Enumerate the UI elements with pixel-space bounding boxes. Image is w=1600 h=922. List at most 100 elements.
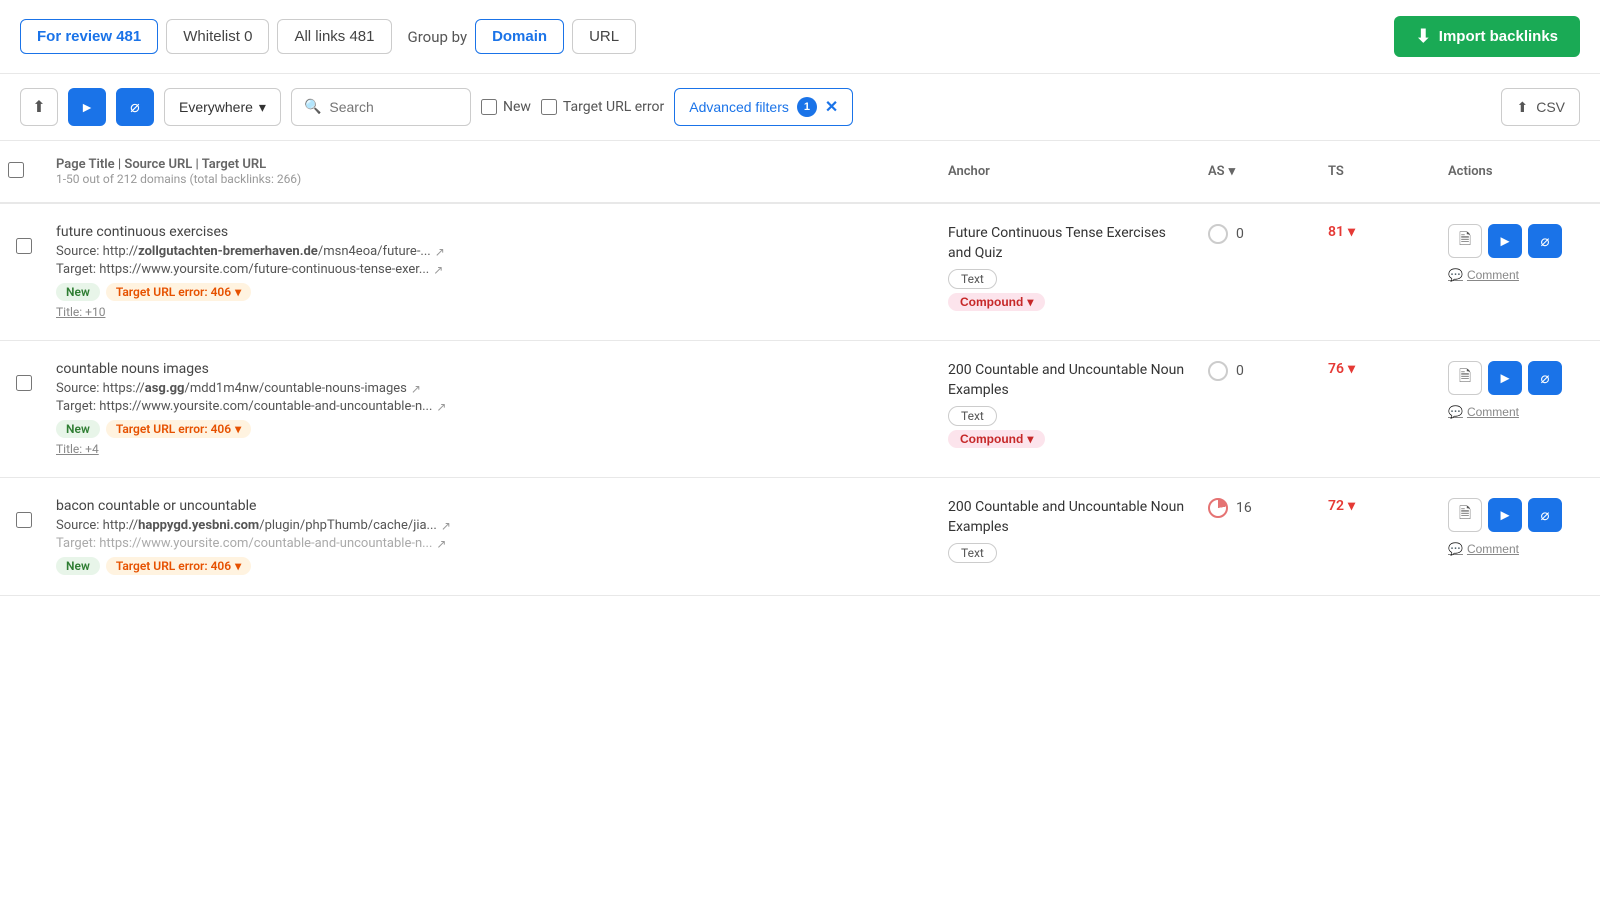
row3-source-ext-link-icon[interactable]: ↗ xyxy=(441,519,451,533)
row2-target-ext-link-icon[interactable]: ↗ xyxy=(436,400,446,414)
row2-radio-circle xyxy=(1208,361,1228,381)
new-checkbox-group: New xyxy=(481,99,531,115)
top-bar: For review 481 Whitelist 0 All links 481… xyxy=(0,0,1600,74)
tab-for-review[interactable]: For review 481 xyxy=(20,19,158,54)
row1-new-badge: New xyxy=(56,283,100,301)
search-icon: 🔍 xyxy=(304,99,321,115)
row3-ts-chevron-icon: ▾ xyxy=(1348,498,1355,514)
row3-error-badge[interactable]: Target URL error: 406 ▾ xyxy=(106,557,251,575)
row3-anchor-text: 200 Countable and Uncountable Noun Examp… xyxy=(948,498,1192,537)
row1-target-url: Target: https://www.yoursite.com/future-… xyxy=(56,262,932,277)
new-checkbox[interactable] xyxy=(481,99,497,115)
everywhere-dropdown[interactable]: Everywhere ▾ xyxy=(164,88,281,126)
as-sort-icon: ▾ xyxy=(1229,164,1236,179)
import-icon: ⬇ xyxy=(1416,26,1431,47)
block-icon-btn[interactable]: ⌀ xyxy=(116,88,154,126)
row1-block-btn[interactable]: ⌀ xyxy=(1528,224,1562,258)
tab-all-links[interactable]: All links 481 xyxy=(277,19,391,54)
group-domain-btn[interactable]: Domain xyxy=(475,19,564,54)
row1-checkbox-cell xyxy=(0,220,48,258)
row1-ts-value[interactable]: 81 ▾ xyxy=(1328,224,1432,240)
export-icon-btn[interactable]: ⬆ xyxy=(20,88,58,126)
row2-tag-compound[interactable]: Compound ▾ xyxy=(948,430,1045,448)
th-page: Page Title | Source URL | Target URL 1-5… xyxy=(48,151,940,192)
row2-source-ext-link-icon[interactable]: ↗ xyxy=(411,382,421,396)
row3-document-btn[interactable]: 🗎 xyxy=(1448,498,1482,532)
row1-document-btn[interactable]: 🗎 xyxy=(1448,224,1482,258)
th-anchor: Anchor xyxy=(940,158,1200,185)
th-checkbox xyxy=(0,156,48,188)
row3-send-btn[interactable]: ► xyxy=(1488,498,1522,532)
send-icon: ► xyxy=(80,99,94,115)
row1-checkbox[interactable] xyxy=(16,238,32,254)
row1-comment-icon: 💬 xyxy=(1448,268,1463,282)
table-header: Page Title | Source URL | Target URL 1-5… xyxy=(0,141,1600,204)
row3-comment-btn[interactable]: 💬 Comment xyxy=(1448,542,1519,556)
row2-target-url: Target: https://www.yoursite.com/countab… xyxy=(56,399,932,414)
row3-checkbox-cell xyxy=(0,494,48,532)
row1-title-plus[interactable]: Title: +10 xyxy=(56,305,105,319)
row2-comment-icon: 💬 xyxy=(1448,405,1463,419)
advanced-filters-close-icon[interactable]: ✕ xyxy=(825,97,838,117)
select-all-checkbox[interactable] xyxy=(8,162,24,178)
row2-ts-value[interactable]: 76 ▾ xyxy=(1328,361,1432,377)
th-as[interactable]: AS ▾ xyxy=(1200,158,1320,185)
row2-document-btn[interactable]: 🗎 xyxy=(1448,361,1482,395)
row1-as-value: 0 xyxy=(1236,226,1244,242)
advanced-filters-button[interactable]: Advanced filters 1 ✕ xyxy=(674,88,853,126)
search-input[interactable] xyxy=(329,99,458,115)
row2-ts-chevron-icon: ▾ xyxy=(1348,361,1355,377)
row3-target-url: Target: https://www.yoursite.com/countab… xyxy=(56,536,932,551)
send-icon-btn[interactable]: ► xyxy=(68,88,106,126)
group-url-btn[interactable]: URL xyxy=(572,19,636,54)
row2-send-btn[interactable]: ► xyxy=(1488,361,1522,395)
row3-block-btn[interactable]: ⌀ xyxy=(1528,498,1562,532)
row1-anchor-cell: Future Continuous Tense Exercises and Qu… xyxy=(940,220,1200,315)
row1-anchor-text: Future Continuous Tense Exercises and Qu… xyxy=(948,224,1192,263)
row2-source-url: Source: https://asg.gg/mdd1m4nw/countabl… xyxy=(56,381,932,396)
row1-target-ext-link-icon[interactable]: ↗ xyxy=(433,263,443,277)
block-icon: ⌀ xyxy=(130,97,140,117)
row1-tag-compound[interactable]: Compound ▾ xyxy=(948,293,1045,311)
row2-compound-chevron-icon: ▾ xyxy=(1027,432,1033,446)
row3-ts-value[interactable]: 72 ▾ xyxy=(1328,498,1432,514)
csv-button[interactable]: ⬆ CSV xyxy=(1501,88,1580,126)
row1-source-url: Source: http://zollgutachten-bremerhaven… xyxy=(56,244,932,259)
target-url-error-checkbox[interactable] xyxy=(541,99,557,115)
table-row: bacon countable or uncountable Source: h… xyxy=(0,478,1600,596)
row1-error-badge[interactable]: Target URL error: 406 ▾ xyxy=(106,283,251,301)
th-ts: TS xyxy=(1320,158,1440,185)
row2-badge-row: New Target URL error: 406 ▾ xyxy=(56,420,932,438)
row2-as-value: 0 xyxy=(1236,363,1244,379)
row2-comment-btn[interactable]: 💬 Comment xyxy=(1448,405,1519,419)
row1-title: future continuous exercises xyxy=(56,224,932,240)
row2-tag-text: Text xyxy=(948,406,997,426)
import-backlinks-button[interactable]: ⬇ Import backlinks xyxy=(1394,16,1580,57)
row2-anchor-cell: 200 Countable and Uncountable Noun Examp… xyxy=(940,357,1200,452)
row1-comment-btn[interactable]: 💬 Comment xyxy=(1448,268,1519,282)
tab-whitelist[interactable]: Whitelist 0 xyxy=(166,19,269,54)
tabs-group: For review 481 Whitelist 0 All links 481… xyxy=(20,19,636,54)
row1-source-ext-link-icon[interactable]: ↗ xyxy=(435,245,445,259)
row3-target-ext-link-icon[interactable]: ↗ xyxy=(436,537,446,551)
row2-checkbox-cell xyxy=(0,357,48,395)
row1-compound-chevron-icon: ▾ xyxy=(1027,295,1033,309)
search-box: 🔍 xyxy=(291,88,471,126)
row1-tag-text: Text xyxy=(948,269,997,289)
export-icon: ⬆ xyxy=(32,97,45,117)
chevron-down-icon: ▾ xyxy=(259,99,266,116)
row2-new-badge: New xyxy=(56,420,100,438)
row2-error-badge[interactable]: Target URL error: 406 ▾ xyxy=(106,420,251,438)
row2-block-btn[interactable]: ⌀ xyxy=(1528,361,1562,395)
row3-comment-icon: 💬 xyxy=(1448,542,1463,556)
row2-ts-cell: 76 ▾ xyxy=(1320,357,1440,381)
csv-upload-icon: ⬆ xyxy=(1516,99,1528,116)
row1-send-btn[interactable]: ► xyxy=(1488,224,1522,258)
row1-ts-chevron-icon: ▾ xyxy=(1348,224,1355,240)
row3-checkbox[interactable] xyxy=(16,512,32,528)
row3-new-badge: New xyxy=(56,557,100,575)
th-actions: Actions xyxy=(1440,158,1600,185)
row2-title-plus[interactable]: Title: +4 xyxy=(56,442,99,456)
target-url-error-checkbox-group: Target URL error xyxy=(541,99,664,115)
row2-checkbox[interactable] xyxy=(16,375,32,391)
